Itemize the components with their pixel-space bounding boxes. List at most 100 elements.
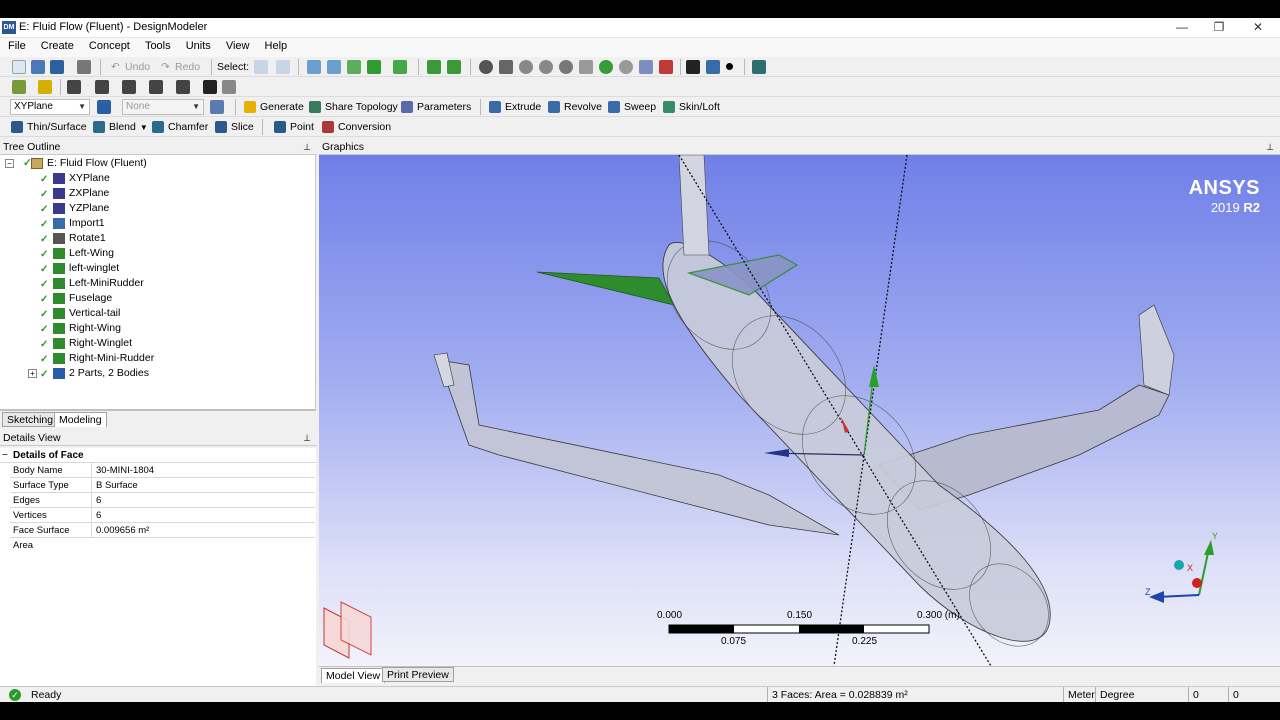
select-bodies-icon[interactable] <box>367 60 381 74</box>
collapse-icon[interactable]: − <box>5 159 14 168</box>
detail-row[interactable]: Surface Type B Surface <box>10 478 315 493</box>
screenshot-icon[interactable] <box>77 60 91 74</box>
menu-create[interactable]: Create <box>37 38 78 52</box>
next-view-icon[interactable] <box>659 60 673 74</box>
generate-button[interactable]: Generate <box>244 99 304 115</box>
plane-select[interactable]: XYPlane ▼ <box>10 99 90 115</box>
menu-bar: File Create Concept Tools Units View Hel… <box>0 38 1280 57</box>
new-icon[interactable] <box>12 60 26 74</box>
blend-button[interactable]: Blend ▼ <box>93 119 148 135</box>
offset-tool-icon[interactable] <box>176 80 190 94</box>
zoom-out-icon[interactable] <box>619 60 633 74</box>
redo-button[interactable]: ↷ Redo <box>161 59 200 75</box>
pin-icon[interactable]: ⊥ <box>303 139 311 155</box>
zoom-to-fit-icon[interactable] <box>559 60 573 74</box>
sketch-select[interactable]: None ▼ <box>122 99 204 115</box>
undo-button[interactable]: ↶ Undo <box>111 59 150 75</box>
graphics-viewport[interactable]: ANSYS 2019 R2 0.000 0.150 0.300 (m) 0.07… <box>319 155 1280 666</box>
collapse-icon[interactable]: − <box>2 448 8 463</box>
close-button[interactable]: ✕ <box>1248 19 1268 36</box>
menu-concept[interactable]: Concept <box>85 38 134 52</box>
body-icon <box>53 278 65 289</box>
share-topology-button[interactable]: Share Topology <box>309 99 398 115</box>
status-length-unit[interactable]: Meter <box>1063 687 1095 702</box>
parameters-button[interactable]: Parameters <box>401 99 471 115</box>
display-model-icon[interactable] <box>706 60 720 74</box>
aircraft-model[interactable] <box>319 155 1280 666</box>
left-mini-rudder[interactable] <box>536 271 675 306</box>
polyline-tool-icon[interactable] <box>95 80 109 94</box>
left-winglet[interactable] <box>433 352 455 388</box>
pin-icon[interactable]: ⊥ <box>1266 139 1274 155</box>
menu-file[interactable]: File <box>4 38 30 52</box>
thin-surface-button[interactable]: Thin/Surface <box>11 119 87 135</box>
status-ready: Ready <box>31 689 62 701</box>
iso-view-icon[interactable] <box>1174 560 1184 570</box>
zoom-icon[interactable] <box>519 60 533 74</box>
magnifier-icon[interactable] <box>579 60 593 74</box>
point-icon <box>274 121 286 133</box>
select-points-icon[interactable] <box>307 60 321 74</box>
sweep-button[interactable]: Sweep <box>608 99 656 115</box>
slice-icon <box>215 121 227 133</box>
select-faces-icon[interactable] <box>347 60 361 74</box>
menu-tools[interactable]: Tools <box>141 38 175 52</box>
revolve-button[interactable]: Revolve <box>548 99 602 115</box>
restore-button[interactable]: ❐ <box>1209 19 1229 36</box>
new-plane-icon[interactable] <box>97 100 111 114</box>
detail-row[interactable]: Edges 6 <box>10 493 315 508</box>
layer-icon[interactable] <box>12 80 26 94</box>
previous-view-icon[interactable] <box>639 60 653 74</box>
point-display-icon[interactable] <box>726 63 733 70</box>
slice-button[interactable]: Slice <box>215 119 254 135</box>
point-tool-icon[interactable] <box>203 80 217 94</box>
pin-icon[interactable]: ⊥ <box>303 430 311 446</box>
vertical-tail[interactable] <box>678 155 710 256</box>
select-edges-icon[interactable] <box>327 60 341 74</box>
save-icon[interactable] <box>31 60 45 74</box>
extend-selection-icon[interactable] <box>393 60 407 74</box>
arc-tool-icon[interactable] <box>122 80 136 94</box>
tab-model-view[interactable]: Model View <box>321 668 386 683</box>
select-filter-icon[interactable] <box>276 60 290 74</box>
minimize-button[interactable]: — <box>1172 19 1192 36</box>
menu-view[interactable]: View <box>222 38 254 52</box>
status-angle-unit[interactable]: Degree <box>1095 687 1188 702</box>
conversion-button[interactable]: Conversion <box>322 119 391 135</box>
expand-icon[interactable]: + <box>28 369 37 378</box>
point-button[interactable]: Point <box>274 119 314 135</box>
tab-print-preview[interactable]: Print Preview <box>382 667 454 682</box>
expand-select-icon[interactable] <box>447 60 461 74</box>
body-icon <box>53 293 65 304</box>
select-mode-icon[interactable] <box>254 60 268 74</box>
line-tool-icon[interactable] <box>67 80 81 94</box>
box-zoom-icon[interactable] <box>539 60 553 74</box>
tab-sketching[interactable]: Sketching <box>2 412 59 427</box>
check-icon: ✓ <box>40 264 49 275</box>
detail-row[interactable]: Face Surface Area 0.009656 m² <box>10 523 315 551</box>
new-sketch-icon[interactable] <box>210 100 224 114</box>
spline-tool-icon[interactable] <box>149 80 163 94</box>
rotate-view-icon[interactable] <box>479 60 493 74</box>
detail-row[interactable]: Body Name 30-MINI-1804 <box>10 463 315 478</box>
check-icon: ✓ <box>40 219 49 230</box>
right-winglet[interactable] <box>1138 304 1175 396</box>
menu-help[interactable]: Help <box>261 38 292 52</box>
dimension-tool-icon[interactable] <box>222 80 236 94</box>
skin-loft-button[interactable]: Skin/Loft <box>663 99 720 115</box>
pan-icon[interactable] <box>499 60 513 74</box>
extrude-button[interactable]: Extrude <box>489 99 541 115</box>
box-select-icon[interactable] <box>427 60 441 74</box>
scale-label: 0.300 (m) <box>917 610 960 621</box>
color-icon[interactable] <box>38 80 52 94</box>
menu-units[interactable]: Units <box>182 38 215 52</box>
zoom-in-icon[interactable] <box>599 60 613 74</box>
details-section[interactable]: − Details of Face <box>0 448 316 463</box>
detail-row[interactable]: Vertices 6 <box>10 508 315 523</box>
tree-item-label: Left-Wing <box>69 247 114 259</box>
tab-modeling[interactable]: Modeling <box>54 412 107 427</box>
chamfer-button[interactable]: Chamfer <box>152 119 208 135</box>
save-as-icon[interactable] <box>50 60 64 74</box>
ruler-icon[interactable] <box>752 60 766 74</box>
axis-icon[interactable] <box>686 60 700 74</box>
